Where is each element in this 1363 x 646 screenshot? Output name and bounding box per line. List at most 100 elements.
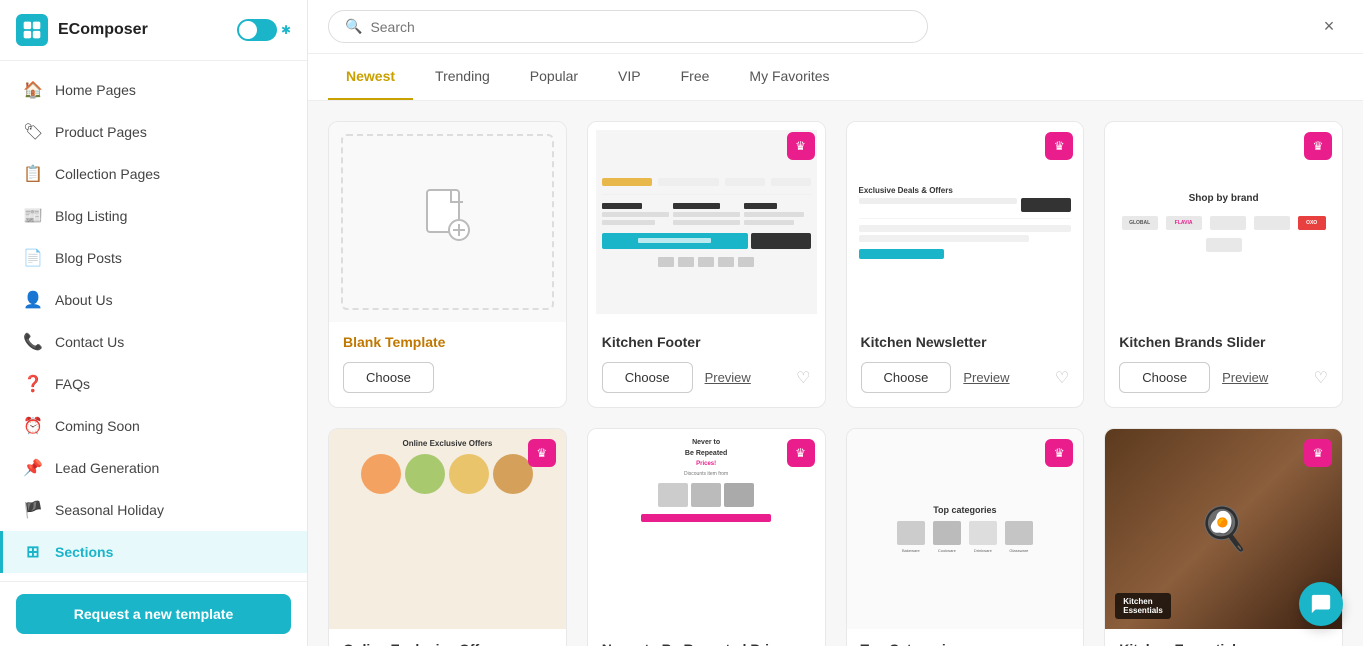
sidebar-item-label: Product Pages <box>55 124 147 140</box>
sidebar-item-label: Blog Posts <box>55 250 122 266</box>
card-title-online-exclusive: Online Exclusive Offers <box>343 641 552 646</box>
sidebar-item-sections[interactable]: ⊞ Sections <box>0 531 307 573</box>
template-card-kitchen-footer[interactable]: ♛ <box>587 121 826 408</box>
sidebar-item-faqs[interactable]: ❓ FAQs <box>0 363 307 405</box>
sidebar-item-label: Lead Generation <box>55 460 159 476</box>
sections-icon: ⊞ <box>23 542 43 562</box>
sidebar-item-product-pages[interactable]: 🏷Product Pages <box>0 111 307 153</box>
main-header: 🔍 × <box>308 0 1363 54</box>
faqs-icon: ❓ <box>23 374 43 394</box>
vip-badge: ♛ <box>787 132 815 160</box>
card-body-online-exclusive: Online Exclusive Offers Choose Preview ♡ <box>329 629 566 646</box>
sidebar-item-label: Home Pages <box>55 82 136 98</box>
home-pages-icon: 🏠 <box>23 80 43 100</box>
blog-listing-icon: 📰 <box>23 206 43 226</box>
sidebar-item-label: FAQs <box>55 376 90 392</box>
card-title-top-categories: Top Categories <box>861 641 1070 646</box>
card-title-kitchen-newsletter: Kitchen Newsletter <box>861 334 1070 350</box>
card-body-kitchen-footer: Kitchen Footer Choose Preview ♡ <box>588 322 825 407</box>
tab-vip[interactable]: VIP <box>600 54 659 100</box>
sidebar-item-collection-pages[interactable]: 📋 Collection Pages <box>0 153 307 195</box>
request-template-button[interactable]: Request a new template <box>16 594 291 634</box>
vip-badge-online-exclusive: ♛ <box>528 439 556 467</box>
heart-icon-kitchen-newsletter[interactable]: ♡ <box>1055 368 1069 388</box>
card-title-kitchen-brands: Kitchen Brands Slider <box>1119 334 1328 350</box>
template-card-online-exclusive[interactable]: ♛ Online Exclusive Offers Online Exclusi… <box>328 428 567 646</box>
card-title-link[interactable]: Blank Template <box>343 334 445 350</box>
sidebar-item-cart-page[interactable]: 🛒Cart Page <box>0 573 307 581</box>
preview-link-kitchen-newsletter[interactable]: Preview <box>963 370 1009 385</box>
card-title-blank: Blank Template <box>343 334 552 350</box>
card-actions-kitchen-newsletter: Choose Preview ♡ <box>861 362 1070 393</box>
seasonal-holiday-icon: 🏴 <box>23 500 43 520</box>
choose-button-blank[interactable]: Choose <box>343 362 434 393</box>
sidebar-item-label: Sections <box>55 544 113 560</box>
heart-icon-kitchen-brands[interactable]: ♡ <box>1314 368 1328 388</box>
tab-newest[interactable]: Newest <box>328 54 413 100</box>
card-actions-blank: Choose <box>343 362 552 393</box>
blank-thumb <box>341 134 554 310</box>
sidebar-footer: Request a new template <box>0 581 307 646</box>
sidebar-item-coming-soon[interactable]: ⏰ Coming Soon <box>0 405 307 447</box>
logo-icon <box>16 14 48 46</box>
lead-generation-icon: 📌 <box>23 458 43 478</box>
templates-grid: Blank Template Choose ♛ <box>328 121 1343 646</box>
preview-link-kitchen-footer[interactable]: Preview <box>705 370 751 385</box>
search-box: 🔍 <box>328 10 928 43</box>
chat-bubble-button[interactable] <box>1299 582 1343 626</box>
blank-doc-icon <box>423 188 471 256</box>
card-thumbnail-kitchen-brands: ♛ Shop by brand GLOBAL FLAVIA <box>1105 122 1342 322</box>
tab-free[interactable]: Free <box>663 54 728 100</box>
card-title-kitchen-essentials: Kitchen Essentials <box>1119 641 1328 646</box>
tabs-bar: NewestTrendingPopularVIPFreeMy Favorites <box>308 54 1363 101</box>
sidebar-item-label: About Us <box>55 292 113 308</box>
card-thumbnail-blank <box>329 122 566 322</box>
blog-posts-icon: 📄 <box>23 248 43 268</box>
sidebar-item-label: Seasonal Holiday <box>55 502 164 518</box>
vip-badge-top-categories: ♛ <box>1045 439 1073 467</box>
sidebar-item-lead-generation[interactable]: 📌 Lead Generation <box>0 447 307 489</box>
template-card-kitchen-brands[interactable]: ♛ Shop by brand GLOBAL FLAVIA <box>1104 121 1343 408</box>
sidebar-item-label: Collection Pages <box>55 166 160 182</box>
collection-pages-icon: 📋 <box>23 164 43 184</box>
card-body-kitchen-newsletter: Kitchen Newsletter Choose Preview ♡ <box>847 322 1084 407</box>
card-body-top-categories: Top Categories Choose Preview ♡ <box>847 629 1084 646</box>
card-thumbnail-online-exclusive: ♛ Online Exclusive Offers <box>329 429 566 629</box>
template-card-top-categories[interactable]: ♛ Top categories Bakeware Cookware <box>846 428 1085 646</box>
choose-button-kitchen-newsletter[interactable]: Choose <box>861 362 952 393</box>
sidebar-item-about-us[interactable]: 👤 About Us <box>0 279 307 321</box>
card-body-blank: Blank Template Choose <box>329 322 566 407</box>
tab-trending[interactable]: Trending <box>417 54 508 100</box>
heart-icon-kitchen-footer[interactable]: ♡ <box>796 368 810 388</box>
sidebar-item-blog-listing[interactable]: 📰Blog Listing <box>0 195 307 237</box>
tab-popular[interactable]: Popular <box>512 54 596 100</box>
sidebar-header: EComposer ✱ <box>0 0 307 61</box>
card-thumbnail-top-categories: ♛ Top categories Bakeware Cookware <box>847 429 1084 629</box>
choose-button-kitchen-brands[interactable]: Choose <box>1119 362 1210 393</box>
sidebar-item-contact-us[interactable]: 📞Contact Us <box>0 321 307 363</box>
sidebar-item-seasonal-holiday[interactable]: 🏴 Seasonal Holiday <box>0 489 307 531</box>
sidebar: EComposer ✱ 🏠 Home Pages 🏷Product Pages 📋 Co… <box>0 0 308 646</box>
templates-area: Blank Template Choose ♛ <box>308 101 1363 646</box>
sidebar-item-blog-posts[interactable]: 📄 Blog Posts <box>0 237 307 279</box>
sidebar-nav: 🏠 Home Pages 🏷Product Pages 📋 Collection Pag… <box>0 61 307 581</box>
template-card-never-repeated[interactable]: ♛ Never to Be Repeated Prices! Discounts… <box>587 428 826 646</box>
card-body-kitchen-brands: Kitchen Brands Slider Choose Preview ♡ <box>1105 322 1342 407</box>
card-title-never-repeated: Never to Be Repeated Prices <box>602 641 811 646</box>
search-input[interactable] <box>370 19 911 35</box>
sidebar-item-label: Coming Soon <box>55 418 140 434</box>
template-card-kitchen-newsletter[interactable]: ♛ Exclusive Deals & Offers <box>846 121 1085 408</box>
vip-badge-newsletter: ♛ <box>1045 132 1073 160</box>
about-us-icon: 👤 <box>23 290 43 310</box>
template-card-blank[interactable]: Blank Template Choose <box>328 121 567 408</box>
choose-button-kitchen-footer[interactable]: Choose <box>602 362 693 393</box>
card-actions-kitchen-brands: Choose Preview ♡ <box>1119 362 1328 393</box>
toggle-switch[interactable]: ✱ <box>237 19 291 41</box>
close-button[interactable]: × <box>1315 13 1343 41</box>
coming-soon-icon: ⏰ <box>23 416 43 436</box>
toggle-star-icon: ✱ <box>281 23 291 37</box>
tab-my-favorites[interactable]: My Favorites <box>731 54 847 100</box>
sidebar-item-home-pages[interactable]: 🏠 Home Pages <box>0 69 307 111</box>
toggle-track[interactable] <box>237 19 277 41</box>
preview-link-kitchen-brands[interactable]: Preview <box>1222 370 1268 385</box>
